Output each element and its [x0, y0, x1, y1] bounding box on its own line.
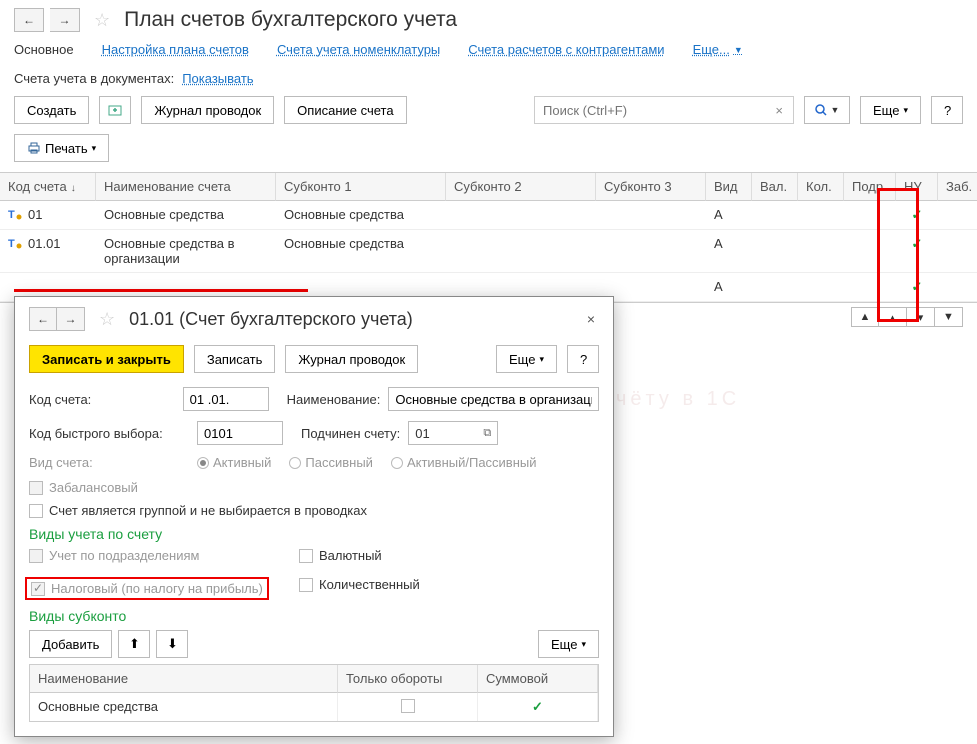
sub-col-sum[interactable]: Суммовой: [478, 665, 598, 693]
tab-nomenclature[interactable]: Счета учета номенклатуры: [277, 42, 440, 57]
svg-text:T: T: [8, 238, 15, 250]
dlg-help-button[interactable]: ?: [567, 345, 599, 373]
table-row[interactable]: T01.01 Основные средства в организации О…: [0, 230, 977, 273]
filter-value-link[interactable]: Показывать: [182, 71, 253, 86]
code-label: Код счета:: [29, 392, 175, 407]
account-dialog: ← → ☆ 01.01 (Счет бухгалтерского учета) …: [14, 296, 614, 737]
check-icon: ✓: [904, 207, 930, 223]
add-button[interactable]: Добавить: [29, 630, 112, 658]
filter-label: Счета учета в документах:: [14, 71, 174, 86]
sub-more-button[interactable]: Еще ▾: [538, 630, 599, 658]
dlg-more-button[interactable]: Еще ▾: [496, 345, 557, 373]
col-s3[interactable]: Субконто 3: [596, 173, 706, 201]
highlight-row-underline: [14, 289, 308, 292]
print-button[interactable]: Печать ▾: [14, 134, 109, 162]
check-icon: ✓: [486, 699, 589, 715]
account-icon: T: [8, 207, 22, 221]
create-button[interactable]: Создать: [14, 96, 89, 124]
name-label: Наименование:: [287, 392, 381, 407]
pager-bottom-button[interactable]: ▼: [935, 307, 963, 327]
search-trigger-button[interactable]: ▼: [804, 96, 850, 124]
subconto-row[interactable]: Основные средства ✓: [30, 693, 598, 721]
chk-dept: [29, 549, 43, 563]
radio-active: Активный: [197, 455, 271, 470]
search-clear-icon[interactable]: ×: [771, 103, 787, 118]
col-vid[interactable]: Вид: [706, 173, 752, 201]
tab-main[interactable]: Основное: [14, 42, 74, 57]
describe-button[interactable]: Описание счета: [284, 96, 406, 124]
col-zab[interactable]: Заб.: [938, 173, 977, 201]
save-close-button[interactable]: Записать и закрыть: [29, 345, 184, 373]
name-input[interactable]: [388, 387, 599, 411]
chk-offbalance: [29, 481, 43, 495]
tab-plan-settings[interactable]: Настройка плана счетов: [102, 42, 249, 57]
move-up-button[interactable]: ⬆: [118, 630, 150, 658]
sub-col-name[interactable]: Наименование: [30, 665, 338, 693]
col-podr[interactable]: Подр.: [844, 173, 896, 201]
tab-more[interactable]: Еще...▼: [693, 42, 743, 57]
page-title: План счетов бухгалтерского учета: [124, 8, 963, 32]
tab-contragents[interactable]: Счета расчетов с контрагентами: [468, 42, 664, 57]
journal-button[interactable]: Журнал проводок: [141, 96, 274, 124]
chk-turnover[interactable]: [401, 699, 415, 713]
section-types: Виды учета по счету: [29, 526, 599, 542]
col-val[interactable]: Вал.: [752, 173, 798, 201]
dlg-nav-forward-button[interactable]: →: [57, 307, 85, 331]
dlg-nav-back-button[interactable]: ←: [29, 307, 57, 331]
chk-group[interactable]: [29, 504, 43, 518]
save-button[interactable]: Записать: [194, 345, 276, 373]
create-group-button[interactable]: [99, 96, 131, 124]
pager-down-button[interactable]: ▾: [907, 307, 935, 327]
favorite-star-icon[interactable]: ☆: [94, 10, 110, 31]
table-row[interactable]: T01 Основные средства Основные средства …: [0, 201, 977, 230]
account-icon: T: [8, 236, 22, 250]
subconto-table: Наименование Только обороты Суммовой Осн…: [29, 664, 599, 722]
check-icon: ✓: [904, 279, 930, 295]
radio-passive: Пассивный: [289, 455, 373, 470]
dlg-title: 01.01 (Счет бухгалтерского учета): [129, 309, 577, 330]
dlg-close-button[interactable]: ×: [583, 307, 599, 331]
col-kol[interactable]: Кол.: [798, 173, 844, 201]
col-nu[interactable]: НУ: [896, 173, 938, 201]
chk-qty[interactable]: [299, 578, 313, 592]
svg-text:T: T: [8, 209, 15, 221]
open-picker-icon[interactable]: ⧉: [483, 427, 491, 440]
check-icon: ✓: [904, 236, 930, 252]
col-code[interactable]: Код счета↓: [0, 173, 96, 201]
more-button[interactable]: Еще ▾: [860, 96, 921, 124]
highlight-tax-checkbox: Налоговый (по налогу на прибыль): [25, 577, 269, 600]
dlg-journal-button[interactable]: Журнал проводок: [285, 345, 418, 373]
search-box[interactable]: ×: [534, 96, 794, 124]
parent-label: Подчинен счету:: [301, 426, 400, 441]
col-s2[interactable]: Субконто 2: [446, 173, 596, 201]
dlg-star-icon[interactable]: ☆: [99, 309, 115, 330]
chk-tax: [31, 582, 45, 596]
help-button[interactable]: ?: [931, 96, 963, 124]
pager-top-button[interactable]: ▲: [851, 307, 879, 327]
printer-icon: [27, 141, 41, 155]
parent-input[interactable]: 01 ⧉: [408, 421, 498, 445]
radio-ap: Активный/Пассивный: [391, 455, 537, 470]
code-input[interactable]: [183, 387, 269, 411]
pager-up-button[interactable]: ▴: [879, 307, 907, 327]
col-s1[interactable]: Субконто 1: [276, 173, 446, 201]
nav-forward-button[interactable]: →: [50, 8, 80, 32]
kind-label: Вид счета:: [29, 455, 189, 470]
tab-bar: Основное Настройка плана счетов Счета уч…: [0, 36, 977, 67]
move-down-button[interactable]: ⬇: [156, 630, 188, 658]
col-name[interactable]: Наименование счета: [96, 173, 276, 201]
chk-currency[interactable]: [299, 549, 313, 563]
accounts-grid: Код счета↓ Наименование счета Субконто 1…: [0, 172, 977, 303]
folder-plus-icon: [108, 103, 122, 117]
quick-input[interactable]: [197, 421, 283, 445]
section-subconto: Виды субконто: [29, 608, 599, 624]
watermark-sub: чёту в 1С: [616, 388, 740, 411]
quick-label: Код быстрого выбора:: [29, 426, 189, 441]
nav-back-button[interactable]: ←: [14, 8, 44, 32]
search-icon: [815, 104, 827, 116]
search-input[interactable]: [541, 102, 771, 119]
sub-col-turnover[interactable]: Только обороты: [338, 665, 478, 693]
